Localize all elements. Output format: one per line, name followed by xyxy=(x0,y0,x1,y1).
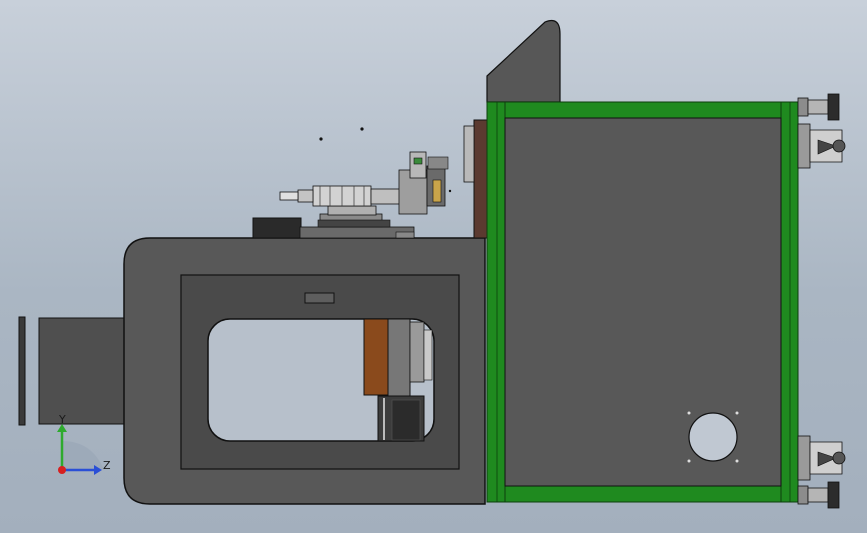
green-frame-bottom xyxy=(486,485,799,503)
cabinet-inner-panel xyxy=(504,117,782,487)
caster-wheel-icon xyxy=(797,123,846,169)
mount-plate xyxy=(463,125,475,183)
motor-block xyxy=(252,217,302,239)
pulley-flange xyxy=(432,179,442,203)
z-axis-label: Z xyxy=(103,459,111,472)
green-frame-right xyxy=(780,101,799,503)
y-axis-label: Y xyxy=(58,413,66,426)
green-sensor xyxy=(413,157,423,165)
base-foot xyxy=(395,231,415,239)
cable-port xyxy=(688,412,738,462)
caster-wheel-icon xyxy=(797,435,846,481)
cad-viewport[interactable]: Y Z xyxy=(0,0,867,533)
cabinet xyxy=(486,101,799,503)
base-shoe xyxy=(317,219,391,228)
point-mark xyxy=(319,137,323,141)
mechanism-edge xyxy=(423,329,433,381)
rear-fin-plate xyxy=(486,19,561,103)
spindle-nose xyxy=(297,189,314,203)
separator-plate xyxy=(473,119,488,239)
mechanism-rail xyxy=(391,399,421,441)
extension-block xyxy=(38,317,128,425)
leveling-foot-icon xyxy=(797,93,840,121)
triad-origin xyxy=(58,466,66,474)
drive-column xyxy=(409,151,427,179)
drive-cover xyxy=(427,156,449,170)
green-frame-top xyxy=(486,101,799,119)
spindle-tip xyxy=(279,191,299,201)
end-plate xyxy=(18,316,26,426)
brown-block xyxy=(363,318,389,396)
slide-carriage xyxy=(327,205,377,216)
spindle-assembly xyxy=(252,151,452,239)
mechanism-plate xyxy=(409,321,425,383)
spindle-rear xyxy=(370,188,402,205)
leveling-foot-icon xyxy=(797,481,840,509)
green-frame-left xyxy=(486,101,506,503)
panel-slot xyxy=(304,292,335,304)
point-mark xyxy=(360,127,364,131)
mechanism-housing xyxy=(387,318,411,398)
